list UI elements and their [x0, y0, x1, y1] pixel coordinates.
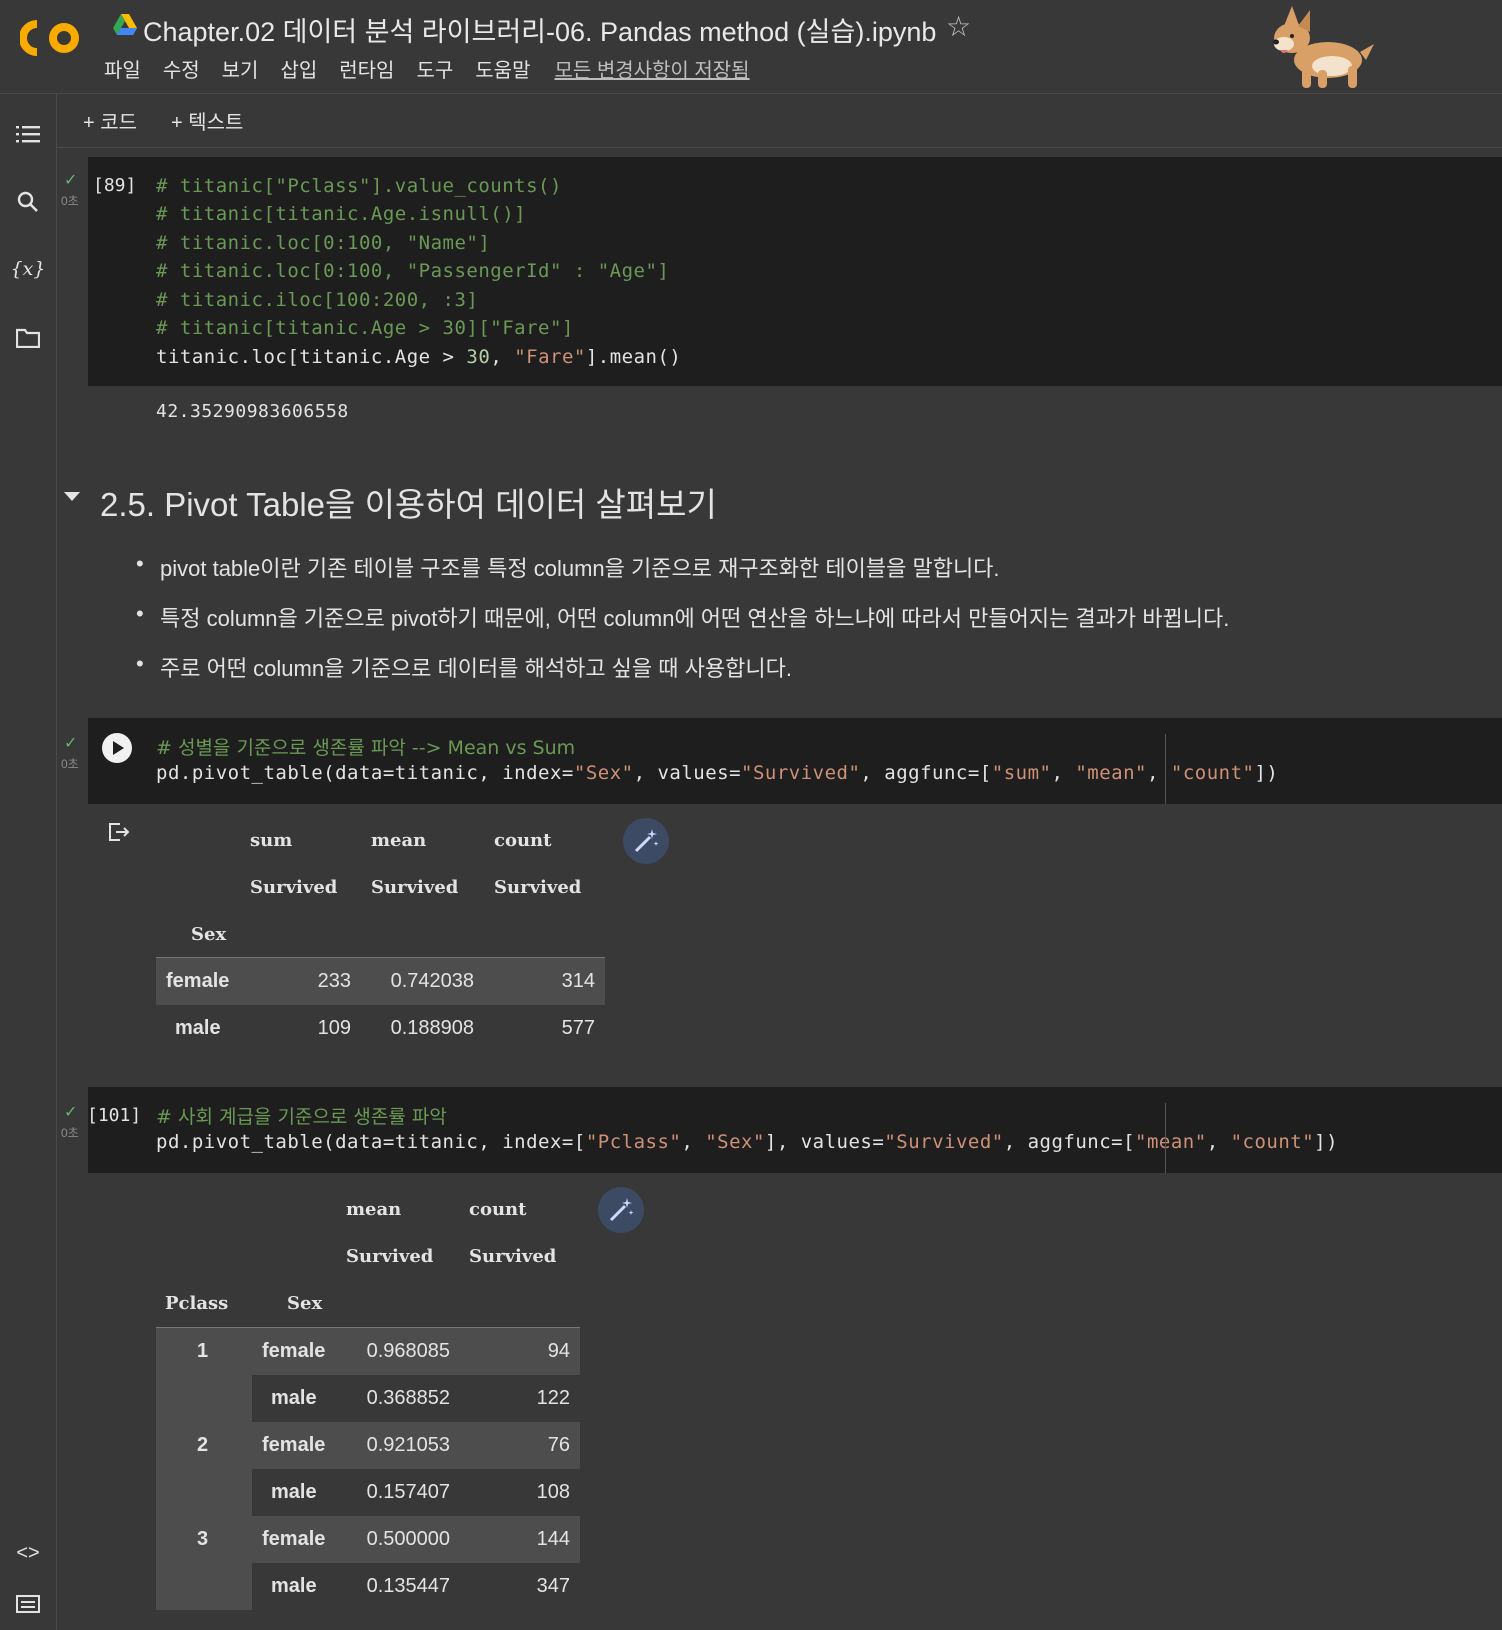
- run-cell-button[interactable]: [102, 733, 132, 763]
- google-drive-icon[interactable]: [113, 14, 137, 36]
- add-code-button[interactable]: + 코드: [83, 106, 137, 135]
- pclass-index-cell: [156, 1375, 252, 1422]
- menu-file[interactable]: 파일: [104, 54, 141, 83]
- code-line: # 성별을 기준으로 생존률 파악 --> Mean vs Sum: [156, 737, 576, 759]
- executed-check-icon: ✓: [64, 1104, 78, 1121]
- column-subheader: Survived: [469, 1246, 557, 1267]
- column-subheader: Survived: [346, 1246, 434, 1267]
- column-subheader: Survived: [494, 877, 582, 898]
- menu-tools[interactable]: 도구: [416, 54, 453, 83]
- section-heading: 2.5. Pivot Table을 이용하여 데이터 살펴보기: [100, 486, 717, 523]
- column-header: sum: [250, 830, 293, 851]
- execution-time: 0초: [61, 757, 79, 771]
- code-line: # titanic["Pclass"].value_counts(): [156, 175, 562, 197]
- output-actions-icon[interactable]: [108, 822, 130, 847]
- table-of-contents-icon[interactable]: [14, 120, 42, 148]
- code-line: # titanic[titanic.Age.isnull()]: [156, 203, 527, 225]
- index-name: Pclass: [165, 1293, 229, 1314]
- pclass-index-cell: 2: [156, 1422, 252, 1469]
- pclass-index-cell: 1: [156, 1328, 252, 1375]
- execution-count: [101]: [87, 1105, 142, 1126]
- code-line: pd.pivot_table(data=titanic, index="Sex"…: [156, 762, 1279, 784]
- colab-logo[interactable]: [20, 18, 82, 58]
- collapse-section-icon[interactable]: [64, 492, 80, 501]
- column-header: mean: [371, 830, 427, 851]
- corgi-mascot-image: [1273, 6, 1374, 88]
- column-header: mean: [346, 1199, 402, 1220]
- search-icon[interactable]: [14, 188, 42, 216]
- table-row: male 0.157407 108: [252, 1469, 580, 1516]
- table-row: female 0.921053 76: [252, 1422, 580, 1469]
- menu-runtime[interactable]: 런타임: [339, 54, 394, 83]
- code-line: pd.pivot_table(data=titanic, index=["Pcl…: [156, 1131, 1339, 1153]
- menu-help[interactable]: 도움말: [475, 54, 530, 83]
- pclass-index-cell: [156, 1469, 252, 1516]
- line-length-ruler: [1165, 734, 1166, 804]
- table-row: male 109 0.188908 577: [175, 1017, 595, 1039]
- pclass-index-cell: [156, 1563, 252, 1610]
- variables-icon[interactable]: {x}: [11, 255, 46, 283]
- index-name: Sex: [191, 924, 227, 945]
- suggest-charts-button[interactable]: [598, 1187, 644, 1233]
- execution-time: 0초: [61, 194, 79, 208]
- code-line: titanic.loc[titanic.Age > 30, "Fare"].me…: [156, 346, 682, 368]
- table-row: male 0.135447 347: [252, 1563, 580, 1610]
- code-cell-pivot-sex[interactable]: [88, 718, 1502, 804]
- code-line: # titanic[titanic.Age > 30]["Fare"]: [156, 317, 574, 339]
- terminal-icon[interactable]: [14, 1590, 42, 1618]
- star-icon[interactable]: ☆: [946, 10, 971, 43]
- play-icon: [113, 741, 124, 755]
- pclass-index-cell: 3: [156, 1516, 252, 1563]
- magic-wand-icon: [634, 829, 659, 853]
- cell-output: 42.35290983606558: [156, 401, 349, 422]
- table-row: female 233 0.742038 314: [156, 958, 605, 1005]
- column-header: count: [469, 1199, 527, 1220]
- execution-time: 0초: [61, 1126, 79, 1140]
- menu-edit[interactable]: 수정: [163, 54, 200, 83]
- executed-check-icon: ✓: [64, 172, 78, 189]
- executed-check-icon: ✓: [64, 735, 78, 752]
- suggest-charts-button[interactable]: [623, 818, 669, 864]
- code-line: # titanic.iloc[100:200, :3]: [156, 289, 479, 311]
- magic-wand-icon: [609, 1198, 634, 1222]
- code-snippets-icon[interactable]: <>: [14, 1539, 42, 1567]
- column-header: count: [494, 830, 552, 851]
- code-line: # titanic.loc[0:100, "Name"]: [156, 232, 491, 254]
- code-line: # titanic.loc[0:100, "PassengerId" : "Ag…: [156, 260, 670, 282]
- menu-insert[interactable]: 삽입: [280, 54, 317, 83]
- folder-icon[interactable]: [14, 324, 42, 352]
- bullet-item: 주로 어떤 column을 기준으로 데이터를 해석하고 싶을 때 사용합니다.: [136, 651, 792, 683]
- left-sidebar: {x} <>: [0, 94, 57, 1630]
- execution-count: [89]: [93, 175, 137, 196]
- column-subheader: Survived: [250, 877, 338, 898]
- menu-view[interactable]: 보기: [222, 54, 259, 83]
- table-row: female 0.968085 94: [252, 1328, 580, 1375]
- save-status-link[interactable]: 모든 변경사항이 저장됨: [554, 54, 749, 83]
- notebook-toolbar: + 코드 + 텍스트: [57, 94, 1502, 148]
- line-length-ruler: [1165, 1103, 1166, 1173]
- menu-bar: 파일 수정 보기 삽입 런타임 도구 도움말 모든 변경사항이 저장됨: [104, 54, 750, 83]
- index-name: Sex: [287, 1293, 323, 1314]
- bullet-item: pivot table이란 기존 테이블 구조를 특정 column을 기준으로…: [136, 551, 1000, 583]
- app-header: Chapter.02 데이터 분석 라이브러리-06. Pandas metho…: [0, 0, 1502, 94]
- notebook-title[interactable]: Chapter.02 데이터 분석 라이브러리-06. Pandas metho…: [143, 10, 936, 49]
- table-row: female 0.500000 144: [252, 1516, 580, 1563]
- bullet-item: 특정 column을 기준으로 pivot하기 때문에, 어떤 column에 …: [136, 601, 1229, 633]
- add-text-button[interactable]: + 텍스트: [171, 106, 243, 135]
- code-line: # 사회 계급을 기준으로 생존률 파악: [156, 1106, 447, 1128]
- code-cell-101[interactable]: [88, 1087, 1502, 1173]
- table-row: male 0.368852 122: [252, 1375, 580, 1422]
- column-subheader: Survived: [371, 877, 459, 898]
